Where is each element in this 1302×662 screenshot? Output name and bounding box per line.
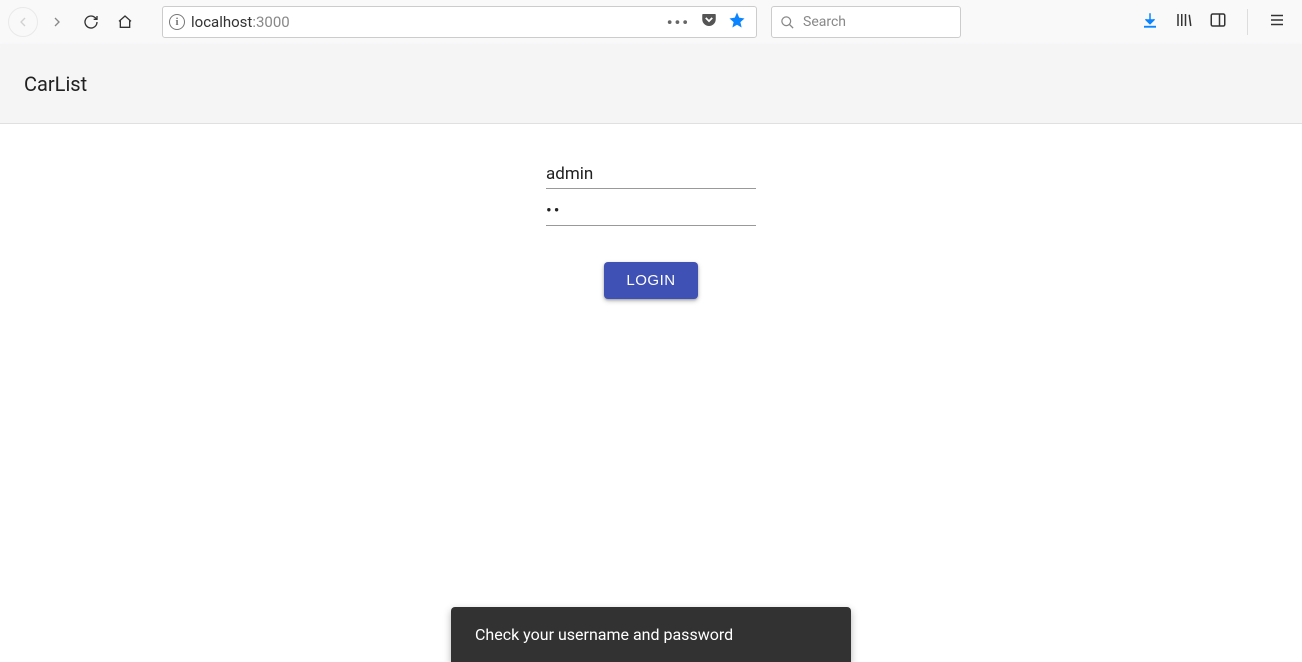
home-button[interactable] <box>110 7 140 37</box>
search-placeholder: Search <box>803 14 846 30</box>
username-input[interactable] <box>546 158 756 189</box>
url-bar[interactable]: i localhost:3000 ••• <box>162 6 757 38</box>
login-form: LOGIN <box>0 124 1302 299</box>
downloads-icon[interactable] <box>1141 11 1159 33</box>
menu-icon[interactable] <box>1268 11 1286 33</box>
snackbar-message: Check your username and password <box>475 625 733 644</box>
library-icon[interactable] <box>1175 11 1193 33</box>
site-info-icon[interactable]: i <box>169 14 185 30</box>
password-input[interactable] <box>546 195 756 226</box>
login-button[interactable]: LOGIN <box>604 262 697 299</box>
app-header: CarList <box>0 44 1302 124</box>
search-bar[interactable]: Search <box>771 6 961 38</box>
sidebar-icon[interactable] <box>1209 11 1227 33</box>
page-actions-icon[interactable]: ••• <box>667 13 690 32</box>
error-snackbar: Check your username and password <box>451 607 851 662</box>
search-icon <box>780 15 795 30</box>
url-host: localhost <box>191 13 252 31</box>
browser-toolbar: i localhost:3000 ••• Search <box>0 0 1302 44</box>
pocket-icon[interactable] <box>700 11 718 33</box>
separator <box>1247 9 1248 35</box>
url-text: localhost:3000 <box>191 13 290 31</box>
reload-button[interactable] <box>76 7 106 37</box>
bookmark-star-icon[interactable] <box>728 11 746 33</box>
forward-button[interactable] <box>42 7 72 37</box>
back-button[interactable] <box>8 7 38 37</box>
app-title: CarList <box>24 72 87 96</box>
url-port: :3000 <box>252 13 289 31</box>
